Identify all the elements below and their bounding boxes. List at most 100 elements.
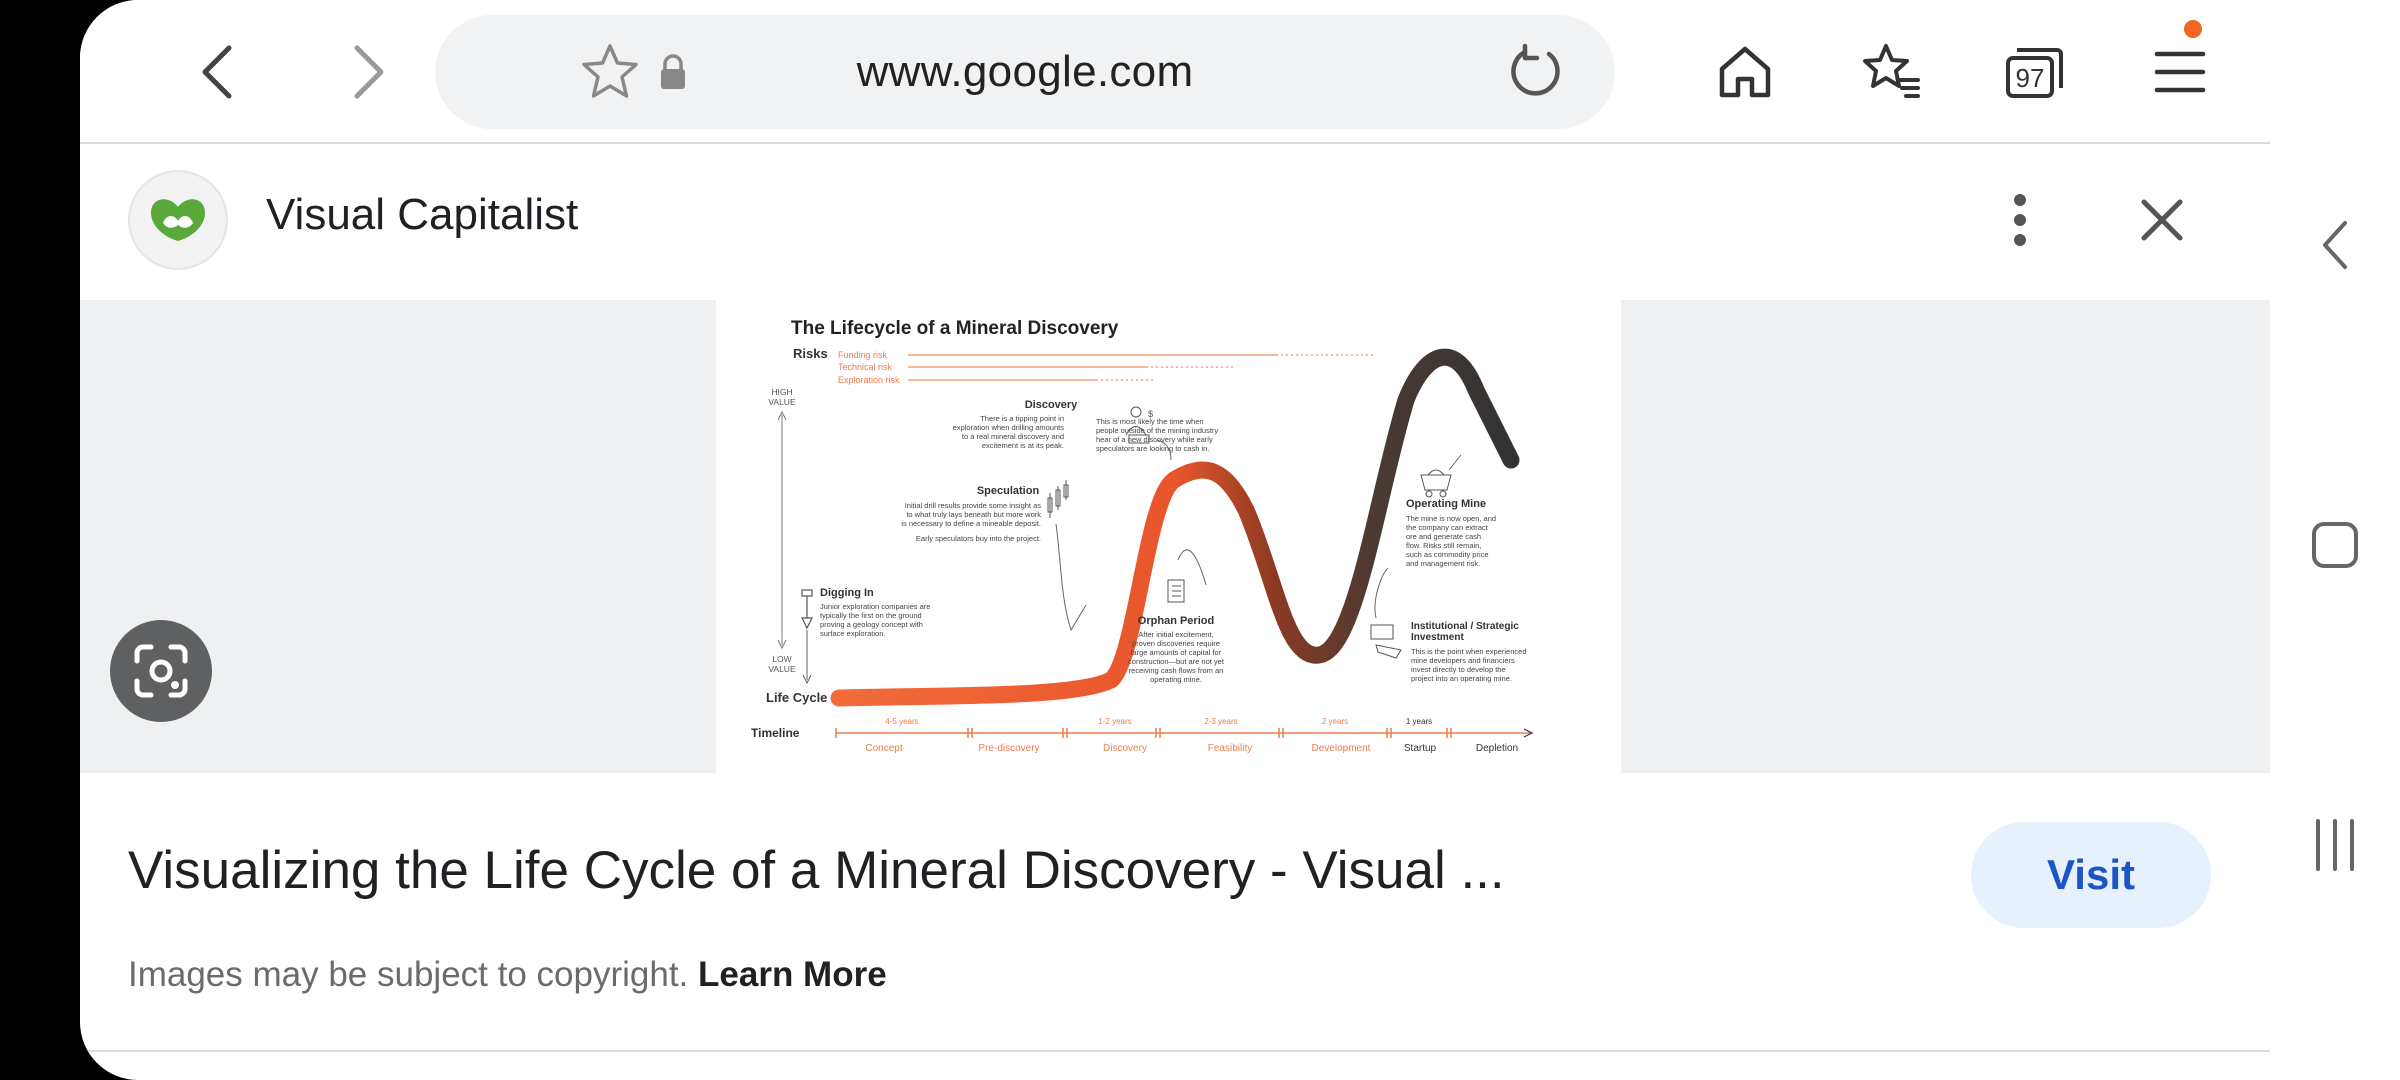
svg-text:speculators are looking to cas: speculators are looking to cash in.: [1096, 444, 1209, 453]
phase-startup: Startup: [1404, 743, 1437, 754]
forward-button[interactable]: [328, 32, 408, 112]
infographic-title: The Lifecycle of a Mineral Discovery: [791, 318, 1119, 339]
source-header: Visual Capitalist: [80, 150, 2270, 295]
bottom-divider: [80, 1050, 2270, 1052]
low-value-label-1: LOW: [772, 654, 791, 664]
stage-discovery-title: Discovery: [1025, 399, 1078, 411]
svg-text:the company can extract: the company can extract: [1406, 523, 1489, 532]
svg-text:project into an operating mine: project into an operating mine.: [1411, 674, 1512, 683]
browser-screen: www.google.com 97 Visual Capitalist The …: [80, 0, 2400, 1080]
toolbar-divider: [80, 142, 2270, 144]
svg-text:is necessary to define a minea: is necessary to define a mineable deposi…: [901, 519, 1041, 528]
bookmark-list-icon: [1863, 44, 1920, 98]
vertical-dots-icon: [2014, 194, 2026, 246]
chevron-left-icon: [202, 45, 232, 99]
copyright-text: Images may be subject to copyright.: [128, 955, 689, 994]
reload-button[interactable]: [1495, 32, 1575, 112]
visual-capitalist-logo-icon: [151, 199, 205, 241]
home-square-icon: [2312, 522, 2358, 568]
tabs-button[interactable]: 97: [1995, 32, 2075, 112]
stage-digging-in-title: Digging In: [820, 587, 874, 599]
reload-icon: [1511, 43, 1560, 96]
svg-text:typically the first on the gro: typically the first on the ground: [820, 611, 922, 620]
google-lens-button[interactable]: [110, 620, 212, 722]
svg-text:operating mine.: operating mine.: [1150, 675, 1202, 684]
svg-text:This is the point when experie: This is the point when experienced: [1411, 647, 1527, 656]
svg-text:$: $: [1148, 409, 1153, 419]
risks-label: Risks: [793, 346, 828, 361]
phase-depletion: Depletion: [1476, 743, 1518, 754]
svg-text:After initial excitement,: After initial excitement,: [1138, 630, 1213, 639]
back-chevron-icon: [2323, 221, 2347, 269]
svg-text:mine developers and financiers: mine developers and financiers: [1411, 656, 1515, 665]
source-logo[interactable]: [128, 170, 228, 270]
url-text[interactable]: www.google.com: [435, 15, 1615, 129]
svg-text:ore and generate cash: ore and generate cash: [1406, 532, 1481, 541]
risk-technical: Technical risk: [838, 362, 893, 372]
phase-development: Development: [1312, 743, 1371, 754]
bookmarks-button[interactable]: [1850, 32, 1930, 112]
menu-button[interactable]: [2140, 32, 2220, 112]
duration-development: 2 years: [1322, 717, 1348, 726]
chevron-right-icon: [354, 45, 384, 99]
duration-discovery: 1-2 years: [1098, 717, 1131, 726]
back-button[interactable]: [178, 32, 258, 112]
shovel-icon: [801, 589, 813, 630]
phase-discovery: Discovery: [1103, 743, 1147, 754]
candlestick-icon: [1047, 480, 1069, 518]
handshake-money-icon: [1370, 624, 1402, 659]
stage-speculation-title: Speculation: [977, 485, 1040, 497]
risk-exploration: Exploration risk: [838, 375, 900, 385]
svg-text:and management risk.: and management risk.: [1406, 559, 1480, 568]
system-home-button[interactable]: [2295, 505, 2375, 585]
duration-prediscovery: 4-5 years: [885, 717, 918, 726]
notification-dot: [2184, 20, 2202, 38]
system-navigation-bar: [2270, 0, 2400, 1080]
high-value-label-2: VALUE: [768, 397, 796, 407]
tab-count: 97: [2016, 63, 2045, 93]
svg-text:excitement is at its peak.: excitement is at its peak.: [982, 441, 1064, 450]
svg-text:Junior exploration companies a: Junior exploration companies are: [820, 602, 930, 611]
checklist-icon: [1167, 579, 1185, 603]
learn-more-link[interactable]: Learn More: [698, 955, 887, 994]
svg-text:surface exploration.: surface exploration.: [820, 629, 885, 638]
lens-icon: [134, 644, 188, 698]
svg-text:Initial drill results provide: Initial drill results provide some insig…: [905, 501, 1042, 510]
infographic-image[interactable]: The Lifecycle of a Mineral Discovery Ris…: [716, 300, 1621, 773]
svg-text:hear of a new discovery while: hear of a new discovery while early: [1096, 435, 1213, 444]
stage-operating-mine-title: Operating Mine: [1406, 498, 1486, 510]
recents-icon: [2316, 819, 2354, 871]
svg-text:invest directly to develop the: invest directly to develop the: [1411, 665, 1506, 674]
phase-concept: Concept: [865, 743, 902, 754]
system-recents-button[interactable]: [2295, 805, 2375, 885]
visit-button[interactable]: Visit: [1971, 822, 2211, 928]
svg-text:such as commodity price: such as commodity price: [1406, 550, 1489, 559]
low-value-label-2: VALUE: [768, 664, 796, 674]
image-preview-area: The Lifecycle of a Mineral Discovery Ris…: [80, 300, 2270, 773]
svg-text:construction—but are not yet: construction—but are not yet: [1128, 657, 1225, 666]
infographic-svg: The Lifecycle of a Mineral Discovery Ris…: [751, 318, 1534, 754]
svg-text:flow. Risks still remain,: flow. Risks still remain,: [1406, 541, 1481, 550]
svg-text:There is a tipping point in: There is a tipping point in: [980, 414, 1064, 423]
phase-prediscovery: Pre-discovery: [978, 743, 1039, 754]
life-cycle-label: Life Cycle: [766, 690, 827, 705]
svg-text:receiving cash flows from an: receiving cash flows from an: [1129, 666, 1224, 675]
system-back-button[interactable]: [2295, 205, 2375, 285]
svg-text:large amounts of capital for: large amounts of capital for: [1131, 648, 1222, 657]
copyright-notice: Images may be subject to copyright. Lear…: [128, 955, 887, 995]
svg-text:proven discoveries require: proven discoveries require: [1132, 639, 1220, 648]
address-bar[interactable]: www.google.com: [435, 15, 1615, 129]
more-options-button[interactable]: [1980, 180, 2060, 260]
close-button[interactable]: [2122, 180, 2202, 260]
browser-toolbar: www.google.com 97: [80, 0, 2270, 144]
source-name[interactable]: Visual Capitalist: [266, 190, 578, 240]
hamburger-menu-icon: [2154, 51, 2206, 93]
result-title[interactable]: Visualizing the Life Cycle of a Mineral …: [128, 840, 1505, 901]
mine-cart-icon: [1420, 469, 1452, 498]
duration-startup: 1 years: [1406, 717, 1432, 726]
tabs-icon: 97: [2006, 48, 2063, 98]
duration-feasibility: 2-3 years: [1204, 717, 1237, 726]
phase-feasibility: Feasibility: [1208, 743, 1252, 754]
home-button[interactable]: [1705, 32, 1785, 112]
svg-text:people outside of the mining i: people outside of the mining industry: [1096, 426, 1218, 435]
